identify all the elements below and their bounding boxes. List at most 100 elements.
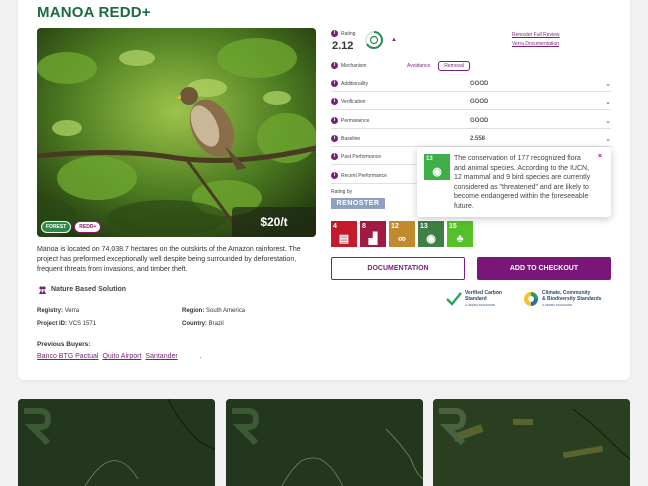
renoster-review-link[interactable]: Renoster Full Review (512, 31, 560, 40)
chevron-down-icon[interactable]: ⌄ (601, 98, 611, 106)
eye-globe-icon: ◉ (432, 166, 442, 178)
map-card[interactable] (433, 399, 630, 486)
row-value: GOOD (470, 80, 489, 87)
rating-gauge-icon (365, 31, 383, 49)
row-label: Additionality (341, 80, 368, 87)
rating-value: 2.12 (332, 40, 354, 52)
rating-row-verification[interactable]: i Verification GOOD ⌄ (331, 94, 611, 110)
rating-by-label: Rating by (331, 189, 353, 195)
chevron-down-icon[interactable]: ⌄ (601, 117, 611, 125)
info-icon[interactable]: i (331, 153, 338, 160)
growth-chart-icon: ▟ (368, 233, 378, 245)
sdg-number: 4 (333, 223, 337, 230)
row-label: Baseline (341, 135, 361, 142)
price-badge: $20/t (232, 207, 316, 237)
project-id-value: VCS 1571 (68, 321, 97, 327)
info-icon[interactable]: i (331, 172, 338, 179)
ccb-line-3: A VERRA STANDARD (542, 303, 572, 307)
region-info: Region: South America (182, 308, 245, 314)
rating-row-additionality[interactable]: i Additionality GOOD ⌄ (331, 76, 611, 92)
buyers-title: Previous Buyers: (37, 341, 91, 348)
info-icon[interactable]: i (331, 135, 338, 142)
close-icon[interactable]: × (598, 153, 602, 160)
info-icon[interactable]: i (331, 98, 338, 105)
row-value: GOOD (470, 98, 489, 105)
project-description: Manoa is located on 74,038.7 hectares on… (37, 246, 301, 273)
map-card[interactable] (18, 399, 215, 486)
region-value: South America (206, 308, 246, 314)
mechanism-row: i Mechanism Avoidance Removal (331, 60, 611, 71)
project-photo: FOREST REDD+ $20/t (37, 28, 316, 237)
rating-label: i Rating (331, 30, 355, 37)
country-value: Brazil (208, 321, 224, 327)
buyer-link[interactable]: Santander (145, 353, 177, 360)
registry-info: Registry: Verra (37, 308, 79, 314)
tree-icon: ♣ (456, 233, 464, 245)
chevron-down-icon[interactable]: ⌄ (601, 80, 611, 88)
renoster-logo: RENOSTER (331, 198, 385, 209)
tooltip-sdg-badge: 13 ◉ (424, 154, 450, 180)
infinity-icon: ∞ (398, 233, 406, 245)
row-value: GOOD (470, 117, 489, 124)
sdg-badge[interactable]: 8 ▟ (360, 221, 386, 247)
row-label: Permanence (341, 117, 370, 124)
rating-row-permanence[interactable]: i Permanence GOOD ⌄ (331, 113, 611, 129)
buyer-more: . (199, 353, 202, 360)
eye-globe-icon: ◉ (426, 233, 436, 245)
forest-tag: FOREST (41, 221, 72, 233)
row-label: Past Performance (341, 153, 382, 160)
leaf-people-icon (38, 285, 47, 294)
ccb-logo: Climate, Community & Biodiversity Standa… (523, 290, 601, 308)
vcs-line-3: A VERRA STANDARD (465, 303, 495, 307)
documentation-button[interactable]: DOCUMENTATION (331, 257, 465, 280)
info-icon[interactable]: i (331, 62, 338, 69)
mechanism-avoidance[interactable]: Avoidance (402, 62, 435, 70)
chevron-up-icon[interactable]: ▲ (391, 37, 397, 43)
vcs-check-icon (446, 292, 462, 306)
bird-in-forest-image (37, 28, 316, 237)
sdg-badge[interactable]: 13 ◉ (418, 221, 444, 247)
sdg-badge[interactable]: 4 ▤ (331, 221, 357, 247)
registry-value: Verra (64, 308, 80, 314)
solution-type: Nature Based Solution (38, 285, 126, 294)
region-label: Region: (182, 308, 205, 314)
chevron-down-icon[interactable]: ⌄ (601, 135, 611, 143)
verra-docs-link[interactable]: Verra Documentation (512, 40, 560, 49)
rating-row-baseline[interactable]: i Baseline 2.558 ⌄ (331, 131, 611, 147)
row-value: 2.558 (470, 135, 486, 142)
project-id-info: Project ID: VCS 1571 (37, 321, 96, 327)
buyer-link[interactable]: Quito Airport (102, 353, 141, 360)
map-card[interactable] (226, 399, 423, 486)
map-image (433, 399, 630, 486)
sdg-badge[interactable]: 12 ∞ (389, 221, 415, 247)
sdg-list: 4 ▤ 8 ▟ 12 ∞ 13 ◉ 15 ♣ (331, 221, 473, 247)
registry-label: Registry: (37, 308, 64, 314)
map-image (226, 399, 423, 486)
book-icon: ▤ (338, 233, 350, 245)
mechanism-label: Mechanism (341, 62, 367, 69)
tooltip-text: The conservation of 177 recognized flora… (454, 155, 591, 210)
ccb-circle-icon (524, 292, 538, 306)
project-id-label: Project ID: (37, 321, 68, 327)
info-icon[interactable]: i (331, 30, 338, 37)
buyer-link[interactable]: Banco BTG Pactual (37, 353, 98, 360)
add-to-checkout-button[interactable]: ADD TO CHECKOUT (477, 257, 611, 280)
row-label: Verification (341, 98, 366, 105)
sdg-number: 13 (420, 223, 428, 230)
sdg-number: 15 (449, 223, 457, 230)
sdg-badge[interactable]: 15 ♣ (447, 221, 473, 247)
project-tags: FOREST REDD+ (41, 221, 102, 233)
mechanism-removal[interactable]: Removal (438, 60, 470, 71)
sdg-tooltip: 13 ◉ The conservation of 177 recognized … (417, 147, 611, 217)
buyers-list: Banco BTG Pactual Quito Airport Santande… (37, 353, 202, 360)
rating-label-text: Rating (341, 30, 356, 37)
country-info: Country: Brazil (182, 321, 224, 327)
solution-type-label: Nature Based Solution (51, 286, 127, 293)
page-title: MANOA REDD+ (37, 4, 151, 21)
sdg-number: 8 (362, 223, 366, 230)
map-image (18, 399, 215, 486)
info-icon[interactable]: i (331, 117, 338, 124)
info-icon[interactable]: i (331, 80, 338, 87)
country-label: Country: (182, 321, 207, 327)
vcs-logo: Verified Carbon Standard A VERRA STANDAR… (446, 290, 502, 308)
